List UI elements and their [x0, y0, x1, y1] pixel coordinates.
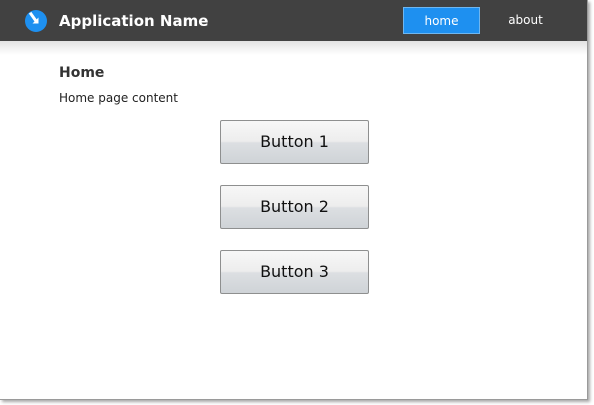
app-name: Application Name	[59, 12, 209, 30]
page-content-text: Home page content	[59, 91, 178, 105]
button-2[interactable]: Button 2	[220, 185, 369, 229]
app-logo-icon	[24, 9, 48, 33]
app-window: Application Name home about Home Home pa…	[0, 0, 588, 400]
button-1[interactable]: Button 1	[220, 120, 369, 164]
nav-home-link[interactable]: home	[403, 7, 480, 34]
header-shadow-divider	[0, 41, 587, 55]
header-bar: Application Name home about	[0, 0, 587, 41]
nav-about-link[interactable]: about	[487, 7, 564, 34]
page-title: Home	[59, 65, 105, 81]
button-3[interactable]: Button 3	[220, 250, 369, 294]
